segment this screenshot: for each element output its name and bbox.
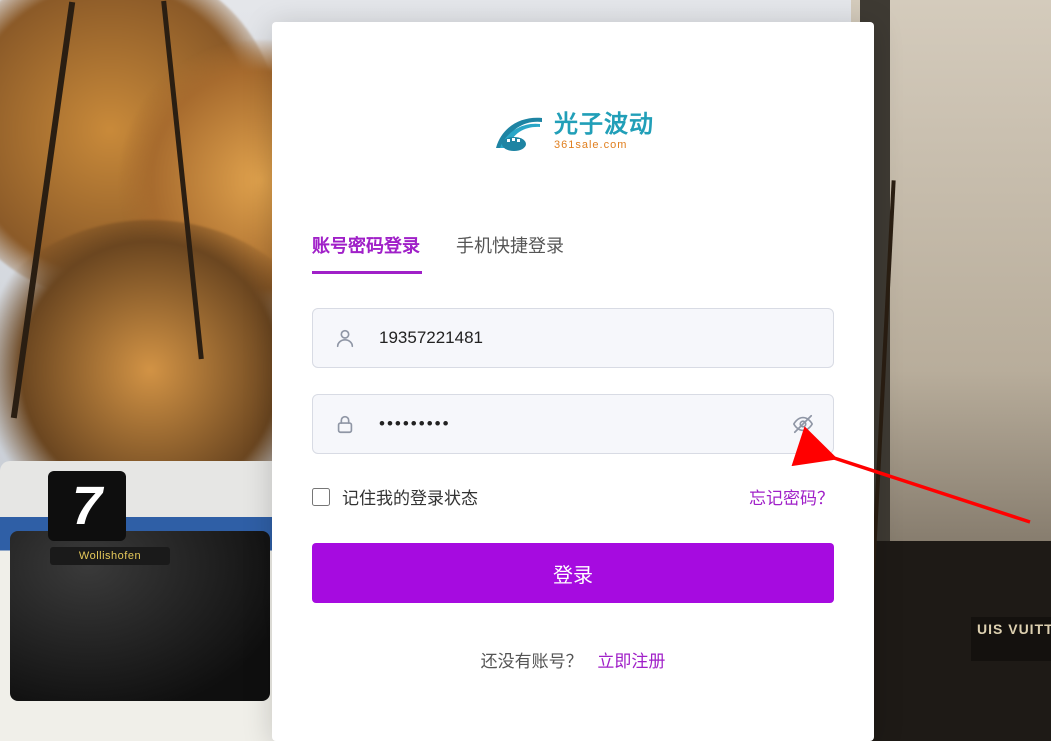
register-link[interactable]: 立即注册	[597, 652, 665, 671]
tab-label: 手机快捷登录	[456, 236, 564, 256]
brand-logo: 光子波动 361sale.com	[312, 110, 834, 154]
tram-destination: Wollishofen	[50, 547, 170, 565]
forgot-password-link[interactable]: 忘记密码？	[749, 484, 834, 509]
password-input[interactable]	[312, 394, 834, 454]
no-account-prompt: 还没有账号？	[481, 652, 583, 671]
store-sign: UIS VUITT	[971, 617, 1051, 661]
tram-line-badge: 7	[48, 471, 126, 541]
user-icon	[334, 327, 356, 349]
tab-password-login[interactable]: 账号密码登录	[312, 232, 420, 272]
brand-mark-icon	[492, 110, 544, 154]
account-input[interactable]	[312, 308, 834, 368]
brand-name: 光子波动	[554, 113, 654, 137]
account-field	[312, 308, 834, 368]
remember-me[interactable]: 记住我的登录状态	[312, 484, 478, 509]
tab-label: 账号密码登录	[312, 236, 420, 256]
tram-line-number: 7	[72, 475, 102, 537]
brand-domain: 361sale.com	[554, 140, 654, 151]
tab-sms-login[interactable]: 手机快捷登录	[456, 232, 564, 272]
lock-icon	[334, 413, 356, 435]
login-button[interactable]: 登录	[312, 543, 834, 603]
password-field	[312, 394, 834, 454]
eye-off-icon[interactable]	[792, 413, 814, 435]
remember-label: 记住我的登录状态	[342, 484, 478, 509]
login-tabs: 账号密码登录 手机快捷登录	[312, 232, 834, 272]
login-card: 光子波动 361sale.com 账号密码登录 手机快捷登录 记住我的登录状态 …	[272, 22, 874, 741]
no-account-row: 还没有账号？ 立即注册	[312, 647, 834, 672]
remember-checkbox[interactable]	[312, 488, 330, 506]
